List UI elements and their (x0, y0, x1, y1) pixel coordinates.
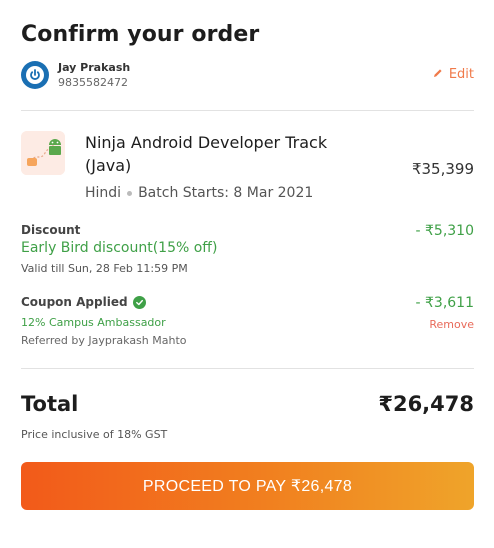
coupon-label: Coupon Applied (21, 295, 128, 309)
coupon-label-row: Coupon Applied (21, 295, 146, 309)
course-price: ₹35,399 (411, 160, 474, 178)
page-title: Confirm your order (21, 22, 260, 47)
total-amount: ₹26,478 (378, 392, 474, 416)
discount-name: Early Bird discount(15% off) (21, 240, 218, 256)
power-icon (26, 66, 44, 84)
course-meta: Hindi Batch Starts: 8 Mar 2021 (85, 185, 313, 201)
check-circle-icon (132, 295, 146, 309)
divider (21, 368, 474, 369)
coupon-name: 12% Campus Ambassador (21, 316, 166, 329)
edit-button[interactable]: Edit (433, 67, 474, 82)
user-name: Jay Prakash (58, 61, 131, 74)
separator-dot-icon (127, 190, 133, 196)
discount-amount: - ₹5,310 (415, 223, 475, 239)
android-course-icon (21, 131, 65, 175)
discount-validity: Valid till Sun, 28 Feb 11:59 PM (21, 262, 188, 275)
edit-label: Edit (448, 67, 474, 82)
course-language: Hindi (85, 185, 122, 201)
discount-label: Discount (21, 223, 81, 237)
user-info: Jay Prakash 9835582472 Edit (21, 60, 474, 90)
course-name: Ninja Android Developer Track (Java) (85, 133, 328, 175)
avatar (21, 61, 49, 89)
course-batch: Batch Starts: 8 Mar 2021 (138, 185, 314, 201)
divider (21, 110, 474, 111)
remove-coupon-button[interactable]: Remove (429, 318, 474, 331)
proceed-to-pay-button[interactable]: PROCEED TO PAY ₹26,478 (21, 462, 474, 510)
coupon-referrer: Referred by Jayprakash Mahto (21, 334, 187, 347)
total-label: Total (21, 392, 79, 416)
user-phone: 9835582472 (58, 76, 128, 89)
coupon-amount: - ₹3,611 (415, 295, 475, 311)
gst-note: Price inclusive of 18% GST (21, 428, 168, 441)
pencil-icon (433, 67, 443, 82)
